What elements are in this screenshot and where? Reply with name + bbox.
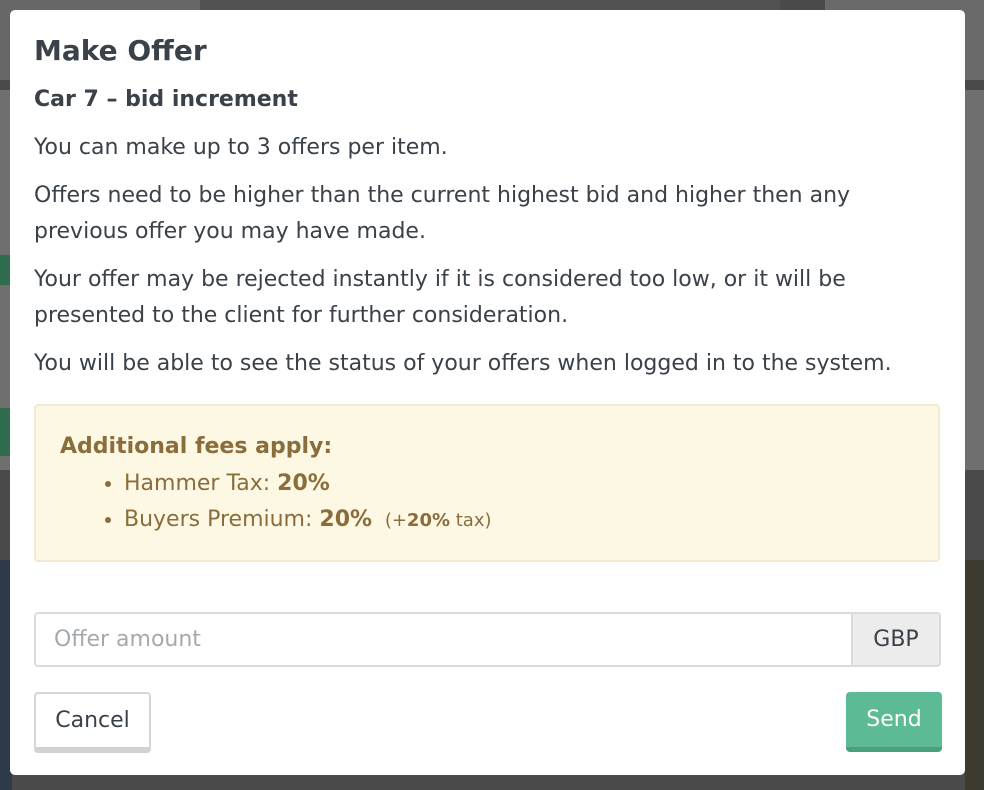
- fee-value: 20%: [319, 507, 373, 532]
- info-paragraph: Offers need to be higher than the curren…: [34, 183, 851, 244]
- additional-fees-alert: Additional fees apply: Hammer Tax: 20% B…: [34, 404, 940, 562]
- fee-label: Hammer Tax:: [124, 471, 271, 496]
- info-paragraph: Your offer may be rejected instantly if …: [34, 267, 846, 328]
- offer-amount-input[interactable]: [34, 612, 851, 667]
- fee-tax-suffix: tax): [455, 510, 492, 531]
- modal-title: Make Offer: [34, 34, 207, 67]
- fee-tax-prefix: (+: [384, 510, 407, 531]
- info-paragraph: You will be able to see the status of yo…: [34, 351, 892, 376]
- background-tile: [965, 560, 984, 790]
- fee-tax-value: 20%: [406, 510, 451, 531]
- currency-addon: GBP: [851, 612, 941, 667]
- fee-item-buyers-premium: Buyers Premium: 20% (+20% tax): [124, 502, 914, 539]
- cancel-button[interactable]: Cancel: [34, 692, 151, 753]
- send-button[interactable]: Send: [846, 692, 942, 752]
- offer-input-group: GBP: [34, 612, 941, 667]
- fee-label: Buyers Premium:: [124, 507, 313, 532]
- fees-heading: Additional fees apply:: [60, 434, 333, 459]
- fee-item-hammer-tax: Hammer Tax: 20%: [124, 466, 914, 502]
- info-paragraph: You can make up to 3 offers per item.: [34, 135, 448, 160]
- fees-list: Hammer Tax: 20% Buyers Premium: 20% (+20…: [60, 466, 914, 539]
- make-offer-modal: Make Offer Car 7 – bid increment You can…: [10, 10, 965, 775]
- fee-tax-note: (+20% tax): [379, 510, 492, 531]
- modal-subtitle: Car 7 – bid increment: [34, 87, 298, 112]
- fee-value: 20%: [277, 471, 330, 496]
- background-tile: [965, 90, 984, 470]
